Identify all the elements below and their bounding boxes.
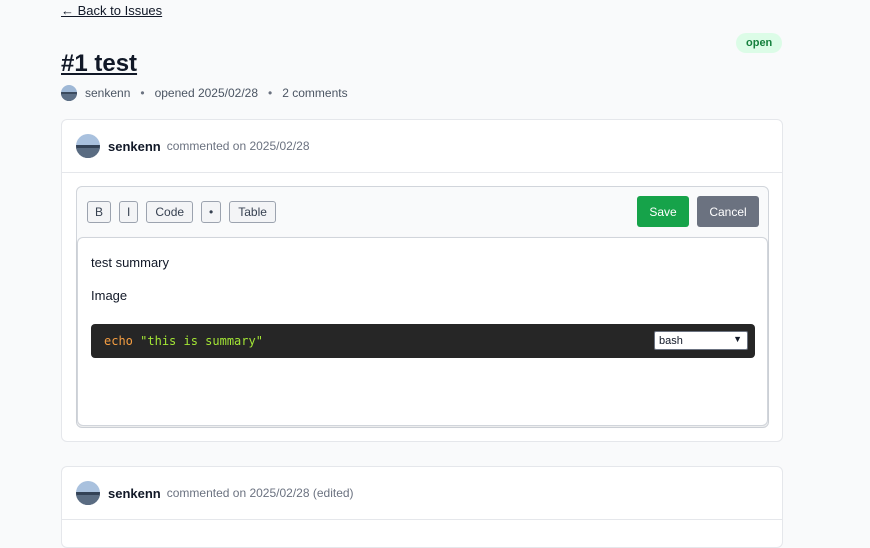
code-keyword: echo xyxy=(104,334,133,348)
editor-paragraph: Image xyxy=(91,288,128,303)
italic-button[interactable]: I xyxy=(119,201,139,223)
code-text: echo "this is summary" xyxy=(104,334,263,348)
language-select[interactable]: bash ▼ xyxy=(654,331,748,350)
comment-card: senkenn commented on 2025/02/28 B I Code… xyxy=(61,119,783,442)
status-badge: open xyxy=(736,33,783,53)
cancel-button[interactable]: Cancel xyxy=(697,196,759,227)
meta-opened-date: opened 2025/02/28 xyxy=(154,86,259,100)
comment-editor: B I Code • Table Save Cancel test summar… xyxy=(76,186,769,428)
comment-meta: commented on 2025/02/28 xyxy=(166,139,310,153)
chevron-down-icon: ▼ xyxy=(733,334,742,344)
issue-title: #1 test xyxy=(61,50,138,77)
editor-paragraph: test summary xyxy=(91,255,170,270)
comment-author-avatar xyxy=(76,134,100,158)
save-button[interactable]: Save xyxy=(637,196,689,227)
comment-header: senkenn commented on 2025/02/28 xyxy=(62,120,782,173)
code-block[interactable]: echo "this is summary" bash ▼ xyxy=(91,324,755,358)
comment-author[interactable]: senkenn xyxy=(108,139,161,154)
comment-header: senkenn commented on 2025/02/28 (edited) xyxy=(62,467,782,520)
code-button[interactable]: Code xyxy=(146,201,194,223)
comment-author[interactable]: senkenn xyxy=(108,486,161,501)
bold-button[interactable]: B xyxy=(87,201,112,223)
comment-meta: commented on 2025/02/28 (edited) xyxy=(166,486,354,500)
issue-meta: senkenn • opened 2025/02/28 • 2 comments xyxy=(61,85,348,101)
editor-content-area[interactable]: test summary Image echo "this is summary… xyxy=(77,237,768,426)
table-button[interactable]: Table xyxy=(229,201,276,223)
language-select-value: bash xyxy=(659,334,683,347)
bullet-list-button[interactable]: • xyxy=(201,201,222,223)
meta-separator: • xyxy=(268,86,273,100)
meta-separator: • xyxy=(140,86,145,100)
comment-author-avatar xyxy=(76,481,100,505)
code-string: "this is summary" xyxy=(140,334,263,348)
back-to-issues-link[interactable]: ← Back to Issues xyxy=(61,3,162,18)
meta-comments-count: 2 comments xyxy=(282,86,348,100)
comment-card: senkenn commented on 2025/02/28 (edited) xyxy=(61,466,783,548)
editor-toolbar: B I Code • Table Save Cancel xyxy=(77,187,768,237)
meta-author[interactable]: senkenn xyxy=(85,86,130,100)
author-avatar xyxy=(61,85,77,101)
